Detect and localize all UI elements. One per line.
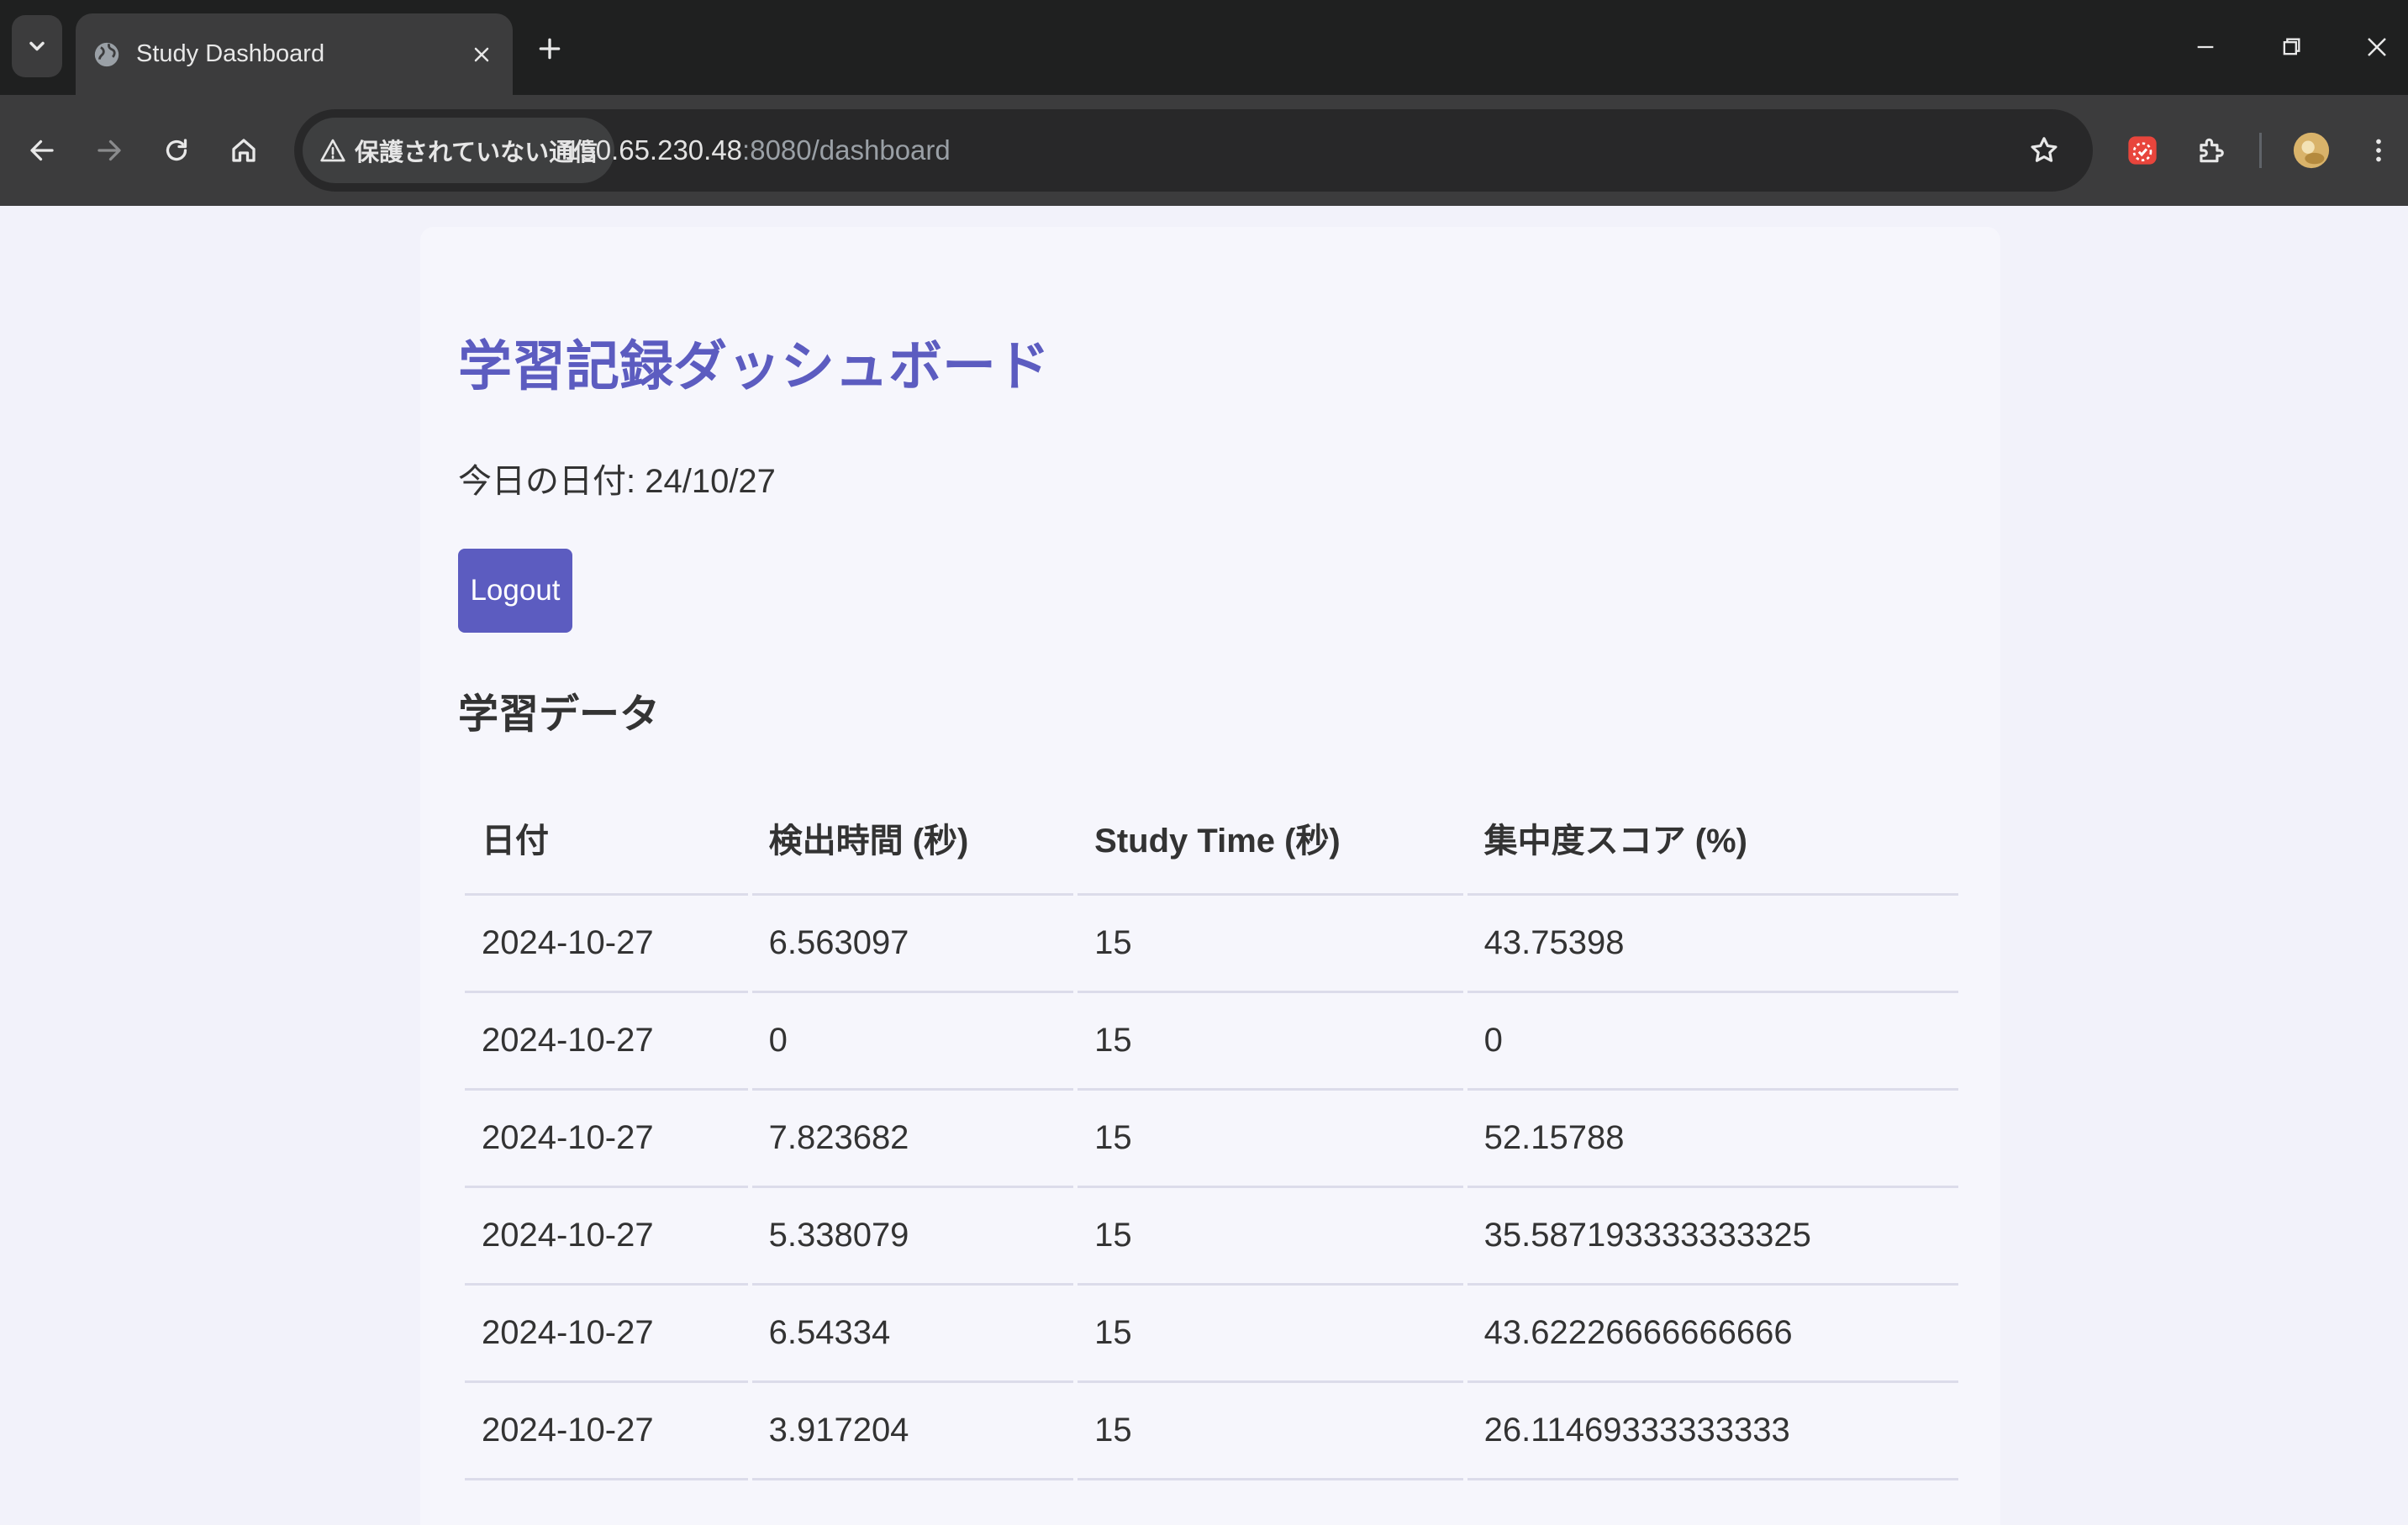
cell-study-time: 15: [1078, 896, 1463, 993]
cell-study-time: 15: [1078, 1188, 1463, 1286]
cell-date: 2024-10-27: [465, 1286, 748, 1383]
puzzle-icon: [2200, 138, 2224, 163]
dashboard-container: 学習記録ダッシュボード 今日の日付: 24/10/27 Logout 学習データ…: [420, 227, 2000, 1525]
url-text[interactable]: 150.65.230.48:8080/dashboard: [565, 109, 951, 192]
cell-detection-time: 6.563097: [751, 896, 1074, 993]
cell-focus-score: 43.75398: [1467, 896, 1958, 993]
minimize-icon: [2197, 45, 2214, 49]
cell-date: 2024-10-27: [465, 1091, 748, 1188]
reload-icon: [166, 139, 187, 161]
close-icon: [2368, 38, 2386, 56]
close-icon: [474, 47, 489, 61]
cell-focus-score: 52.15788: [1467, 1091, 1958, 1188]
avatar: [2293, 132, 2330, 169]
table-row: 2024-10-27 0 15 0: [465, 993, 1958, 1091]
home-icon: [232, 139, 256, 162]
cell-detection-time: 5.338079: [751, 1188, 1074, 1286]
cell-focus-score: 0: [1467, 993, 1958, 1091]
tab-search-button[interactable]: [12, 15, 62, 77]
back-icon: [30, 139, 54, 161]
cell-study-time: 15: [1078, 993, 1463, 1091]
section-title: 学習データ: [458, 692, 661, 737]
page-viewport: 学習記録ダッシュボード 今日の日付: 24/10/27 Logout 学習データ…: [0, 206, 2408, 1525]
table-row: 2024-10-27 6.54334 15 43.62226666666666: [465, 1286, 1958, 1383]
restore-button[interactable]: [2273, 24, 2310, 71]
cell-study-time: 15: [1078, 1383, 1463, 1480]
forward-icon: [97, 139, 121, 161]
column-header-focus-score: 集中度スコア (%): [1467, 781, 1958, 896]
more-vert-icon: [2376, 139, 2381, 162]
column-header-study-time: Study Time (秒): [1078, 781, 1463, 896]
cell-study-time: 15: [1078, 1286, 1463, 1383]
close-window-button[interactable]: [2358, 24, 2395, 71]
table-header-row: 日付 検出時間 (秒) Study Time (秒) 集中度スコア (%): [465, 781, 1958, 896]
extension-icon: [2128, 136, 2157, 165]
browser-toolbar: 保護されていない通信 150.65.230.48:8080/dashboard: [0, 95, 2408, 206]
cell-study-time: 15: [1078, 1091, 1463, 1188]
table-row: 2024-10-27 7.823682 15 52.15788: [465, 1091, 1958, 1188]
extensions-menu-button[interactable]: [2185, 125, 2236, 176]
cell-detection-time: 6.54334: [751, 1286, 1074, 1383]
toolbar-divider: [2259, 133, 2262, 168]
table-row: 2024-10-27 3.917204 15 26.11469333333333: [465, 1383, 1958, 1480]
minimize-button[interactable]: [2187, 24, 2224, 71]
column-header-detection-time: 検出時間 (秒): [751, 781, 1074, 896]
address-bar[interactable]: 保護されていない通信 150.65.230.48:8080/dashboard: [294, 109, 2093, 192]
cell-date: 2024-10-27: [465, 1383, 748, 1480]
plus-icon: [539, 38, 561, 60]
cell-date: 2024-10-27: [465, 993, 748, 1091]
globe-icon: [92, 40, 121, 69]
logout-button[interactable]: Logout: [458, 549, 572, 633]
column-header-date: 日付: [465, 781, 748, 896]
home-button[interactable]: [220, 127, 267, 174]
chevron-down-icon: [29, 41, 45, 51]
new-tab-button[interactable]: [531, 30, 568, 67]
table-row: 2024-10-27 5.338079 15 35.58719333333332…: [465, 1188, 1958, 1286]
today-date: 今日の日付: 24/10/27: [458, 463, 776, 500]
cell-focus-score: 26.11469333333333: [1467, 1383, 1958, 1480]
close-tab-button[interactable]: [467, 40, 496, 69]
cell-detection-time: 0: [751, 993, 1074, 1091]
tab-title: Study Dashboard: [136, 40, 325, 67]
forward-button[interactable]: [86, 127, 133, 174]
cell-focus-score: 43.62226666666666: [1467, 1286, 1958, 1383]
security-label: 保護されていない通信: [355, 139, 598, 166]
star-icon: [2031, 137, 2058, 162]
back-button[interactable]: [18, 127, 66, 174]
cell-date: 2024-10-27: [465, 896, 748, 993]
cell-detection-time: 3.917204: [751, 1383, 1074, 1480]
url-host: 150.65.230.48: [565, 134, 743, 166]
table-row: 2024-10-27 6.563097 15 43.75398: [465, 896, 1958, 993]
bookmark-button[interactable]: [2024, 130, 2064, 171]
cell-focus-score: 35.587193333333325: [1467, 1188, 1958, 1286]
study-data-table: 日付 検出時間 (秒) Study Time (秒) 集中度スコア (%) 20…: [461, 781, 1963, 1480]
page-title: 学習記録ダッシュボード: [458, 336, 1050, 397]
cell-detection-time: 7.823682: [751, 1091, 1074, 1188]
warning-icon: [320, 139, 345, 162]
browser-menu-button[interactable]: [2353, 125, 2404, 176]
active-tab[interactable]: Study Dashboard: [76, 13, 513, 95]
cell-date: 2024-10-27: [465, 1188, 748, 1286]
reload-button[interactable]: [153, 127, 200, 174]
tab-strip: Study Dashboard: [0, 0, 2408, 95]
restore-icon: [2283, 38, 2300, 55]
profile-button[interactable]: [2286, 125, 2337, 176]
url-path: :8080/dashboard: [742, 134, 951, 166]
extension-button[interactable]: [2117, 125, 2168, 176]
